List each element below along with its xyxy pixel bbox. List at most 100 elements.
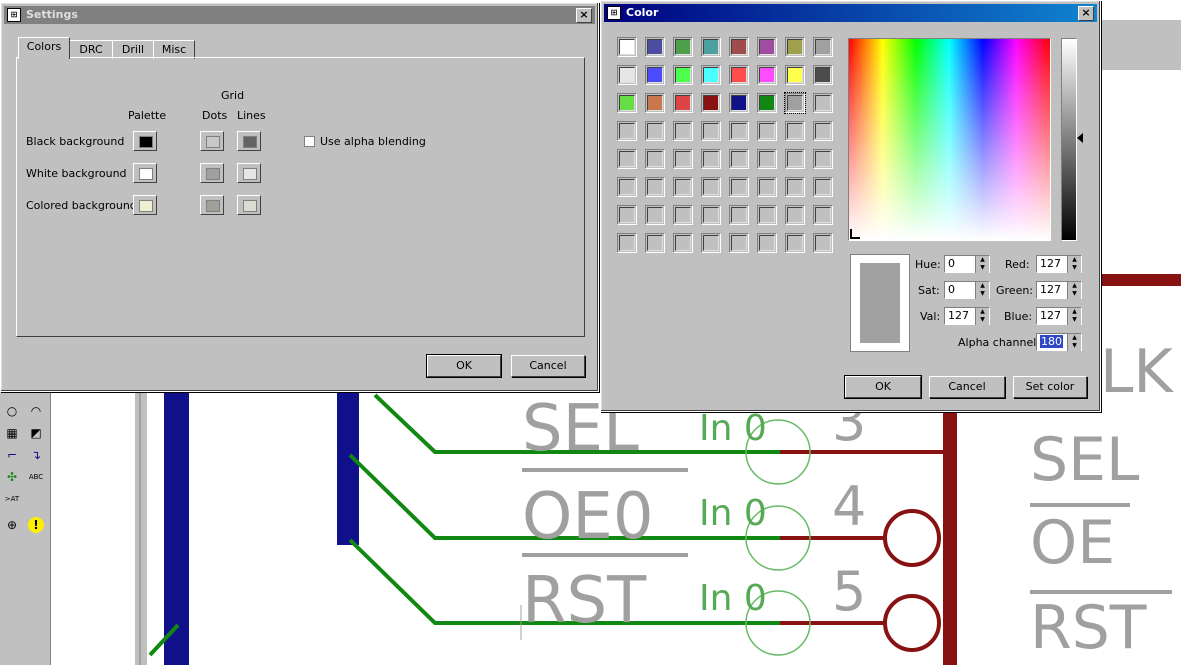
alpha-channel-input[interactable]: 180 ▲ ▼	[1036, 333, 1082, 351]
blue-input[interactable]: 127 ▲ ▼	[1036, 307, 1082, 325]
color-swatch[interactable]	[757, 65, 777, 85]
color-swatch[interactable]	[701, 205, 721, 225]
white-lines-button[interactable]	[237, 163, 261, 183]
color-swatch[interactable]	[617, 177, 637, 197]
color-swatch[interactable]	[785, 65, 805, 85]
hue-input[interactable]: 0 ▲ ▼	[944, 255, 990, 273]
colored-palette-button[interactable]	[133, 195, 157, 215]
color-swatch[interactable]	[673, 233, 693, 253]
colored-lines-button[interactable]	[237, 195, 261, 215]
color-swatch[interactable]	[645, 177, 665, 197]
color-swatch[interactable]	[757, 149, 777, 169]
net-tool-icon[interactable]: ↴	[28, 447, 44, 463]
color-swatch[interactable]	[813, 205, 833, 225]
color-swatch[interactable]	[813, 149, 833, 169]
close-icon[interactable]: ×	[576, 8, 592, 23]
black-lines-button[interactable]	[237, 131, 261, 151]
color-swatch[interactable]	[673, 149, 693, 169]
alpha-spinner[interactable]: ▲ ▼	[1067, 334, 1081, 351]
color-swatch[interactable]	[813, 65, 833, 85]
color-swatch[interactable]	[785, 121, 805, 141]
color-swatch[interactable]	[701, 121, 721, 141]
arc-tool-icon[interactable]: ◠	[28, 403, 44, 419]
settings-ok-button[interactable]: OK	[426, 354, 502, 378]
color-swatch[interactable]	[617, 65, 637, 85]
sat-spinner[interactable]: ▲ ▼	[975, 282, 989, 299]
color-swatch[interactable]	[673, 37, 693, 57]
color-swatch[interactable]	[645, 205, 665, 225]
color-swatch[interactable]	[645, 233, 665, 253]
alpha-blending-checkbox[interactable]	[304, 136, 315, 147]
sat-input[interactable]: 0 ▲ ▼	[944, 281, 990, 299]
color-swatch[interactable]	[785, 233, 805, 253]
attribute-tool-icon[interactable]: >AT	[4, 491, 20, 507]
green-input[interactable]: 127 ▲ ▼	[1036, 281, 1082, 299]
green-spinner[interactable]: ▲ ▼	[1067, 282, 1081, 299]
color-cancel-button[interactable]: Cancel	[929, 376, 1005, 398]
label-tool-icon[interactable]: ABC	[28, 469, 44, 485]
color-swatch[interactable]	[645, 121, 665, 141]
hue-spinner[interactable]: ▲ ▼	[975, 256, 989, 273]
black-palette-button[interactable]	[133, 131, 157, 151]
color-swatch[interactable]	[813, 177, 833, 197]
color-swatch[interactable]	[617, 121, 637, 141]
erc-warning-icon[interactable]: !	[28, 517, 44, 533]
color-swatch[interactable]	[757, 233, 777, 253]
color-swatch[interactable]	[617, 233, 637, 253]
color-swatch[interactable]	[617, 37, 637, 57]
color-swatch[interactable]	[701, 93, 721, 113]
val-input[interactable]: 127 ▲ ▼	[944, 307, 990, 325]
color-swatch[interactable]	[757, 37, 777, 57]
circle-tool-icon[interactable]: ○	[4, 403, 20, 419]
set-color-button[interactable]: Set color	[1013, 376, 1087, 398]
red-spinner[interactable]: ▲ ▼	[1067, 256, 1081, 273]
color-swatch[interactable]	[729, 65, 749, 85]
val-spinner[interactable]: ▲ ▼	[975, 308, 989, 325]
color-ok-button[interactable]: OK	[844, 375, 922, 399]
color-swatch[interactable]	[617, 149, 637, 169]
color-swatch[interactable]	[785, 205, 805, 225]
color-swatch[interactable]	[617, 93, 637, 113]
color-swatch[interactable]	[673, 177, 693, 197]
color-swatch[interactable]	[701, 233, 721, 253]
color-swatch[interactable]	[757, 121, 777, 141]
color-swatch[interactable]	[757, 93, 777, 113]
settings-titlebar[interactable]: ⊞ Settings ×	[4, 6, 595, 24]
color-swatch[interactable]	[645, 149, 665, 169]
color-swatch[interactable]	[729, 93, 749, 113]
color-swatch[interactable]	[701, 65, 721, 85]
color-titlebar[interactable]: ⊞ Color ×	[604, 4, 1097, 22]
blue-spinner[interactable]: ▲ ▼	[1067, 308, 1081, 325]
color-swatch[interactable]	[813, 37, 833, 57]
color-swatch[interactable]	[813, 93, 833, 113]
color-swatch[interactable]	[729, 177, 749, 197]
bus-tool-icon[interactable]: ⌐	[4, 447, 20, 463]
color-swatch[interactable]	[673, 93, 693, 113]
value-slider[interactable]	[1061, 38, 1077, 241]
color-swatch[interactable]	[701, 177, 721, 197]
white-dots-button[interactable]	[200, 163, 224, 183]
close-icon[interactable]: ×	[1078, 6, 1094, 21]
settings-cancel-button[interactable]: Cancel	[511, 355, 585, 377]
color-swatch[interactable]	[617, 205, 637, 225]
color-swatch[interactable]	[785, 177, 805, 197]
value-marker-icon[interactable]	[1077, 133, 1083, 143]
color-swatch[interactable]	[757, 205, 777, 225]
color-swatch[interactable]	[729, 233, 749, 253]
color-swatch[interactable]	[673, 121, 693, 141]
color-swatch[interactable]	[645, 93, 665, 113]
white-palette-button[interactable]	[133, 163, 157, 183]
color-swatch[interactable]	[785, 37, 805, 57]
color-swatch[interactable]	[673, 205, 693, 225]
polygon-tool-icon[interactable]: ◩	[28, 425, 44, 441]
color-swatch[interactable]	[757, 177, 777, 197]
hue-saturation-spectrum[interactable]	[848, 38, 1051, 241]
color-swatch[interactable]	[645, 65, 665, 85]
zoom-tool-icon[interactable]: ⊕	[4, 517, 20, 533]
color-swatch[interactable]	[813, 233, 833, 253]
color-swatch[interactable]	[729, 205, 749, 225]
color-swatch[interactable]	[784, 92, 806, 114]
color-swatch[interactable]	[701, 37, 721, 57]
color-swatch[interactable]	[645, 37, 665, 57]
color-swatch[interactable]	[785, 149, 805, 169]
